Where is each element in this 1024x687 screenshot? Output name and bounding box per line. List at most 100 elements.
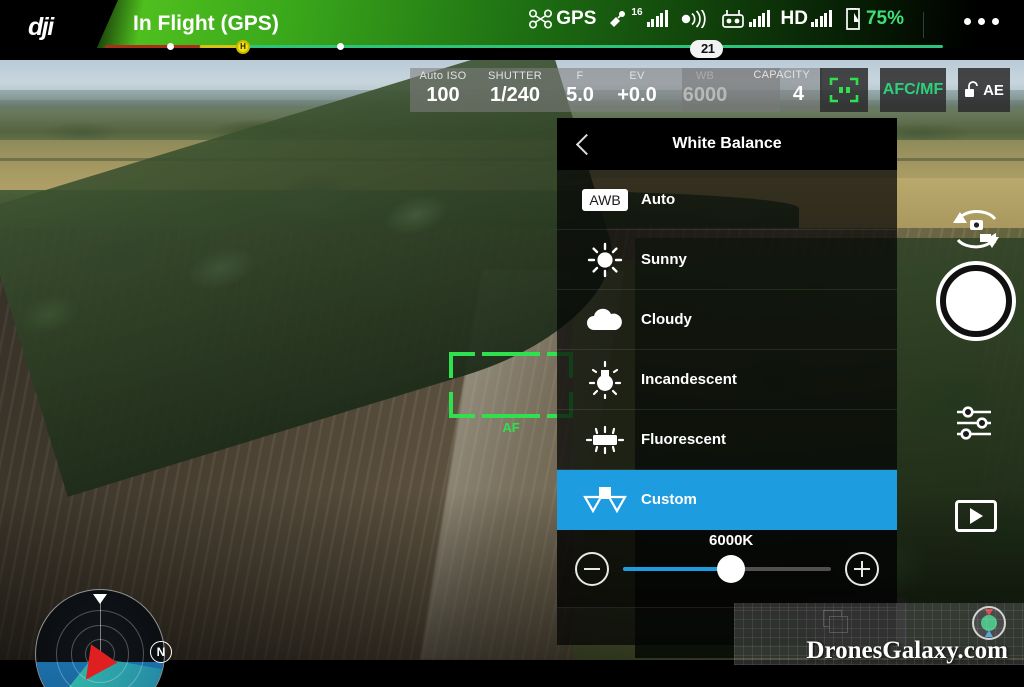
switch-photo-video-icon <box>953 209 999 249</box>
white-balance-panel: White Balance AWB Auto Sunny Cloudy Inca… <box>557 118 897 645</box>
capacity-setting[interactable]: CAPACITY 4 <box>682 69 822 106</box>
radio-wave-icon <box>681 10 706 28</box>
iso-setting[interactable]: Auto ISO 100 <box>410 70 476 107</box>
wb-option-custom[interactable]: Custom <box>557 470 897 530</box>
storage-group: CAPACITY 4 <box>682 68 822 112</box>
wb-option-label: Fluorescent <box>641 431 727 448</box>
gps-label: GPS <box>556 8 597 29</box>
temperature-slider[interactable]: 6000K <box>623 532 831 586</box>
aperture-label: F <box>576 70 584 82</box>
satellite-icon <box>610 11 626 27</box>
camera-settings-button[interactable] <box>955 405 997 441</box>
status-divider <box>923 12 924 38</box>
health-segment-red <box>105 45 200 48</box>
shutter-label: SHUTTER <box>487 70 543 82</box>
radar-north-pointer <box>93 593 107 604</box>
shutter-button[interactable] <box>940 265 1012 337</box>
controller-signal[interactable] <box>720 9 770 29</box>
battery-status[interactable]: 75% <box>843 8 904 30</box>
home-point-marker: H <box>236 40 250 54</box>
remote-controller-icon <box>721 10 744 28</box>
aperture-setting[interactable]: F 5.0 <box>554 70 606 107</box>
cloud-icon <box>579 305 631 335</box>
wb-option-fluorescent[interactable]: Fluorescent <box>557 410 897 470</box>
wb-option-sunny[interactable]: Sunny <box>557 230 897 290</box>
health-waypoint-dot-1 <box>167 43 174 50</box>
color-temperature-slider-row: 6000K <box>557 530 897 608</box>
hd-label: HD <box>780 8 808 29</box>
iso-value: 100 <box>426 84 460 106</box>
fluorescent-icon <box>579 424 631 456</box>
more-dot-2 <box>978 18 985 25</box>
radio-signal[interactable] <box>679 10 709 28</box>
playback-button[interactable] <box>955 500 997 532</box>
slider-fill <box>623 566 732 571</box>
focus-frame-button[interactable] <box>820 68 868 112</box>
wb-option-auto[interactable]: AWB Auto <box>557 170 897 230</box>
increase-temperature-button[interactable] <box>845 551 879 586</box>
white-balance-header: White Balance <box>557 118 897 170</box>
satellite-bars-icon <box>646 10 668 27</box>
slider-knob[interactable] <box>717 554 746 583</box>
af-edge-top <box>482 352 540 356</box>
aperture-value: 5.0 <box>566 84 594 106</box>
dji-logo[interactable]: dji <box>28 13 54 42</box>
compass-north-badge: N <box>150 641 172 663</box>
decrease-temperature-button[interactable] <box>575 551 609 586</box>
switch-photo-video-button[interactable] <box>947 207 1005 253</box>
awb-chip-text: AWB <box>582 188 628 211</box>
lock-open-icon <box>965 81 978 97</box>
playback-play-icon <box>969 508 983 524</box>
focus-mode-button[interactable]: AFC/MF <box>880 68 946 112</box>
custom-wb-icon <box>579 485 631 515</box>
ev-setting[interactable]: EV +0.0 <box>606 70 668 107</box>
satellite-signal[interactable]: 16 <box>607 6 668 29</box>
ae-lock-button[interactable]: AE <box>958 68 1010 112</box>
wb-option-label: Incandescent <box>641 371 737 388</box>
video-quality[interactable]: HD <box>781 8 832 30</box>
wb-option-cloudy[interactable]: Cloudy <box>557 290 897 350</box>
sliders-settings-icon <box>957 406 991 440</box>
af-edge-bottom <box>482 414 540 418</box>
wb-option-label: Sunny <box>641 251 687 268</box>
more-dot-3 <box>992 18 999 25</box>
focus-mode-label: AFC/MF <box>882 81 944 98</box>
back-button[interactable] <box>575 136 591 152</box>
distance-badge: 21 <box>690 40 724 58</box>
aircraft-health-bar: H <box>105 40 943 54</box>
focus-frame-icon <box>829 77 859 103</box>
gps-status[interactable]: GPS <box>528 8 596 30</box>
radar-heading-line <box>100 597 101 654</box>
battery-icon <box>846 8 860 30</box>
light-bulb-icon <box>579 360 631 399</box>
wb-option-label: Cloudy <box>641 311 692 328</box>
top-status-bar: dji In Flight (GPS) H GPS 16 HD 75% 21 <box>0 0 1024 60</box>
shutter-value: 1/240 <box>489 84 541 106</box>
wb-option-incandescent[interactable]: Incandescent <box>557 350 897 410</box>
dji-flight-app: AF dji In Flight (GPS) H GPS 16 HD 75% 2… <box>0 0 1024 687</box>
battery-percent: 75% <box>865 8 904 29</box>
slider-value-label: 6000K <box>709 531 754 549</box>
iso-label: Auto ISO <box>419 70 467 82</box>
site-watermark: DronesGalaxy.com <box>806 637 1008 664</box>
more-dot-1 <box>964 18 971 25</box>
capacity-label: CAPACITY <box>753 69 810 81</box>
capacity-value: 4 <box>792 83 804 105</box>
wb-option-label: Custom <box>641 491 697 508</box>
shutter-setting[interactable]: SHUTTER 1/240 <box>476 70 554 107</box>
awb-chip-icon: AWB <box>579 188 631 211</box>
af-focus-box[interactable]: AF <box>449 352 573 435</box>
af-label: AF <box>502 420 520 435</box>
panel-title: White Balance <box>672 135 782 152</box>
status-icon-group: GPS 16 HD 75% <box>528 6 904 30</box>
hd-bars-icon <box>810 10 832 27</box>
health-waypoint-dot-2 <box>337 43 344 50</box>
satellite-count: 16 <box>631 6 643 18</box>
wb-option-label: Auto <box>641 191 676 208</box>
more-options-button[interactable] <box>964 18 999 25</box>
ev-label: EV <box>629 70 645 82</box>
ev-value: +0.0 <box>617 84 657 106</box>
af-corner-top-left <box>449 352 475 378</box>
controller-bars-icon <box>748 10 770 27</box>
ae-label: AE <box>983 81 1004 99</box>
